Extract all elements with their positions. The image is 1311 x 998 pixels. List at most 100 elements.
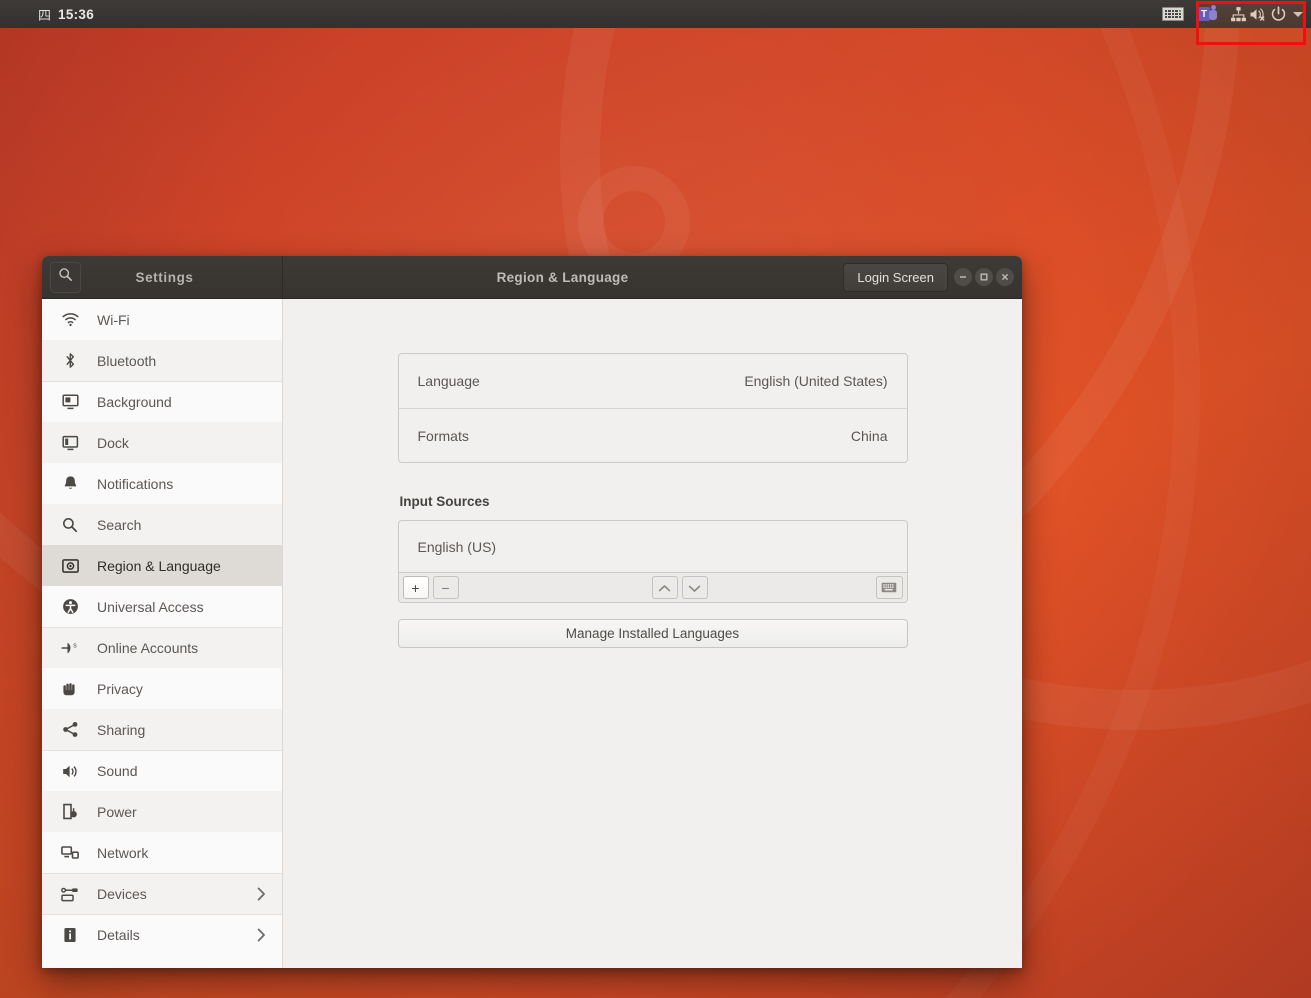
chevron-right-icon xyxy=(257,928,266,942)
system-status-menu[interactable] xyxy=(1224,0,1311,28)
login-screen-button[interactable]: Login Screen xyxy=(843,262,948,292)
minus-icon: − xyxy=(441,579,450,596)
power-plug-icon xyxy=(59,803,81,820)
sidebar-item-details[interactable]: Details xyxy=(42,914,282,955)
sidebar-item-region-language[interactable]: Region & Language xyxy=(42,545,282,586)
login-screen-label: Login Screen xyxy=(857,269,934,285)
plus-icon: + xyxy=(411,579,420,596)
bell-icon xyxy=(59,475,81,492)
sidebar-item-label: Background xyxy=(97,394,172,410)
window-body: Wi-Fi Bluetooth Background Dock Notifica… xyxy=(42,299,1022,968)
settings-sidebar: Wi-Fi Bluetooth Background Dock Notifica… xyxy=(42,299,283,968)
network-icon xyxy=(59,845,81,860)
minimize-button[interactable] xyxy=(954,268,972,286)
gnome-top-bar: 四 15:36 T xyxy=(0,0,1311,28)
sidebar-item-privacy[interactable]: Privacy xyxy=(42,668,282,709)
sidebar-item-label: Search xyxy=(97,516,142,533)
clock-area[interactable]: 四 15:36 xyxy=(0,5,94,24)
formats-label: Formats xyxy=(417,427,469,444)
sound-icon xyxy=(59,764,81,779)
close-icon xyxy=(999,271,1011,283)
sidebar-item-network[interactable]: Network xyxy=(42,832,282,873)
sidebar-item-background[interactable]: Background xyxy=(42,381,282,422)
sharing-icon xyxy=(59,721,81,738)
keyboard-icon xyxy=(881,581,897,595)
input-sources-toolbar: + − xyxy=(397,572,908,603)
sidebar-item-search[interactable]: Search xyxy=(42,504,282,545)
manage-installed-languages-button[interactable]: Manage Installed Languages xyxy=(397,619,908,648)
teams-tray-button[interactable]: T xyxy=(1191,0,1224,28)
move-down-button[interactable] xyxy=(681,576,708,599)
move-up-button[interactable] xyxy=(651,576,678,599)
chevron-down-icon xyxy=(1293,11,1303,17)
keyboard-indicator-button[interactable] xyxy=(1155,0,1191,28)
input-sources-heading: Input Sources xyxy=(399,494,490,509)
clock-weekday: 四 xyxy=(38,7,52,23)
close-button[interactable] xyxy=(996,268,1014,286)
input-sources-list[interactable]: English (US) xyxy=(397,520,908,572)
language-value: English (United States) xyxy=(744,373,888,389)
sidebar-item-label: Network xyxy=(97,844,149,861)
language-row[interactable]: Language English (United States) xyxy=(399,354,907,408)
window-titlebar: Settings Region & Language Login Screen xyxy=(42,256,1022,299)
devices-icon xyxy=(59,887,81,902)
topbar-indicators: T xyxy=(1155,0,1311,28)
sidebar-item-label: Region & Language xyxy=(97,557,221,574)
sidebar-item-label: Dock xyxy=(97,434,129,451)
svg-text:s: s xyxy=(73,642,77,649)
formats-row[interactable]: Formats China xyxy=(398,408,907,462)
settings-window: Settings Region & Language Login Screen xyxy=(42,256,1022,968)
sidebar-item-label: Online Accounts xyxy=(97,640,199,656)
maximize-icon xyxy=(978,271,990,283)
formats-value: China xyxy=(850,427,888,444)
sidebar-item-label: Notifications xyxy=(97,475,174,492)
online-accounts-icon: s xyxy=(59,640,81,656)
search-icon xyxy=(58,267,73,287)
sidebar-item-label: Wi-Fi xyxy=(97,311,130,328)
maximize-button[interactable] xyxy=(975,268,993,286)
sidebar-item-label: Sharing xyxy=(97,721,146,738)
power-icon xyxy=(1270,5,1287,23)
sidebar-item-power[interactable]: Power xyxy=(42,791,282,832)
privacy-hand-icon xyxy=(59,681,81,697)
sidebar-item-universal-access[interactable]: Universal Access xyxy=(42,586,282,627)
clock-time: 15:36 xyxy=(58,6,95,22)
volume-muted-icon xyxy=(1249,6,1268,23)
show-keyboard-layout-button[interactable] xyxy=(875,576,903,599)
universal-access-icon xyxy=(59,598,81,615)
titlebar-left-section: Settings xyxy=(42,256,283,299)
chevron-up-icon xyxy=(658,581,671,595)
sidebar-item-label: Sound xyxy=(97,763,138,779)
bluetooth-icon xyxy=(59,352,81,369)
sidebar-item-label: Power xyxy=(97,803,137,820)
sidebar-item-label: Details xyxy=(97,927,140,943)
titlebar-right-section: Region & Language Login Screen xyxy=(283,256,1022,299)
sidebar-item-label: Privacy xyxy=(97,680,143,697)
sidebar-item-wifi[interactable]: Wi-Fi xyxy=(42,299,282,340)
background-icon xyxy=(59,394,81,410)
sidebar-item-online-accounts[interactable]: s Online Accounts xyxy=(42,627,282,668)
sidebar-item-label: Bluetooth xyxy=(97,352,157,369)
sidebar-item-bluetooth[interactable]: Bluetooth xyxy=(42,340,282,381)
search-button[interactable] xyxy=(50,261,81,293)
language-label: Language xyxy=(417,373,480,389)
sidebar-item-sound[interactable]: Sound xyxy=(42,750,282,791)
wired-network-icon xyxy=(1230,6,1247,23)
dock-icon xyxy=(59,435,81,451)
remove-input-source-button[interactable]: − xyxy=(432,576,459,599)
chevron-down-icon xyxy=(688,581,701,595)
keyboard-indicator-icon xyxy=(1162,7,1184,21)
wifi-icon xyxy=(59,312,81,327)
details-info-icon xyxy=(59,927,81,943)
chevron-right-icon xyxy=(257,887,266,901)
sidebar-item-dock[interactable]: Dock xyxy=(42,422,282,463)
manage-languages-label: Manage Installed Languages xyxy=(565,626,740,641)
add-input-source-button[interactable]: + xyxy=(402,576,429,599)
input-source-item[interactable]: English (US) xyxy=(418,539,497,555)
teams-icon: T xyxy=(1198,5,1217,23)
sidebar-item-notifications[interactable]: Notifications xyxy=(42,463,282,504)
language-formats-card: Language English (United States) Formats… xyxy=(397,353,908,463)
sidebar-item-sharing[interactable]: Sharing xyxy=(42,709,282,750)
sidebar-item-devices[interactable]: Devices xyxy=(42,873,282,914)
app-title: Settings xyxy=(135,269,194,285)
